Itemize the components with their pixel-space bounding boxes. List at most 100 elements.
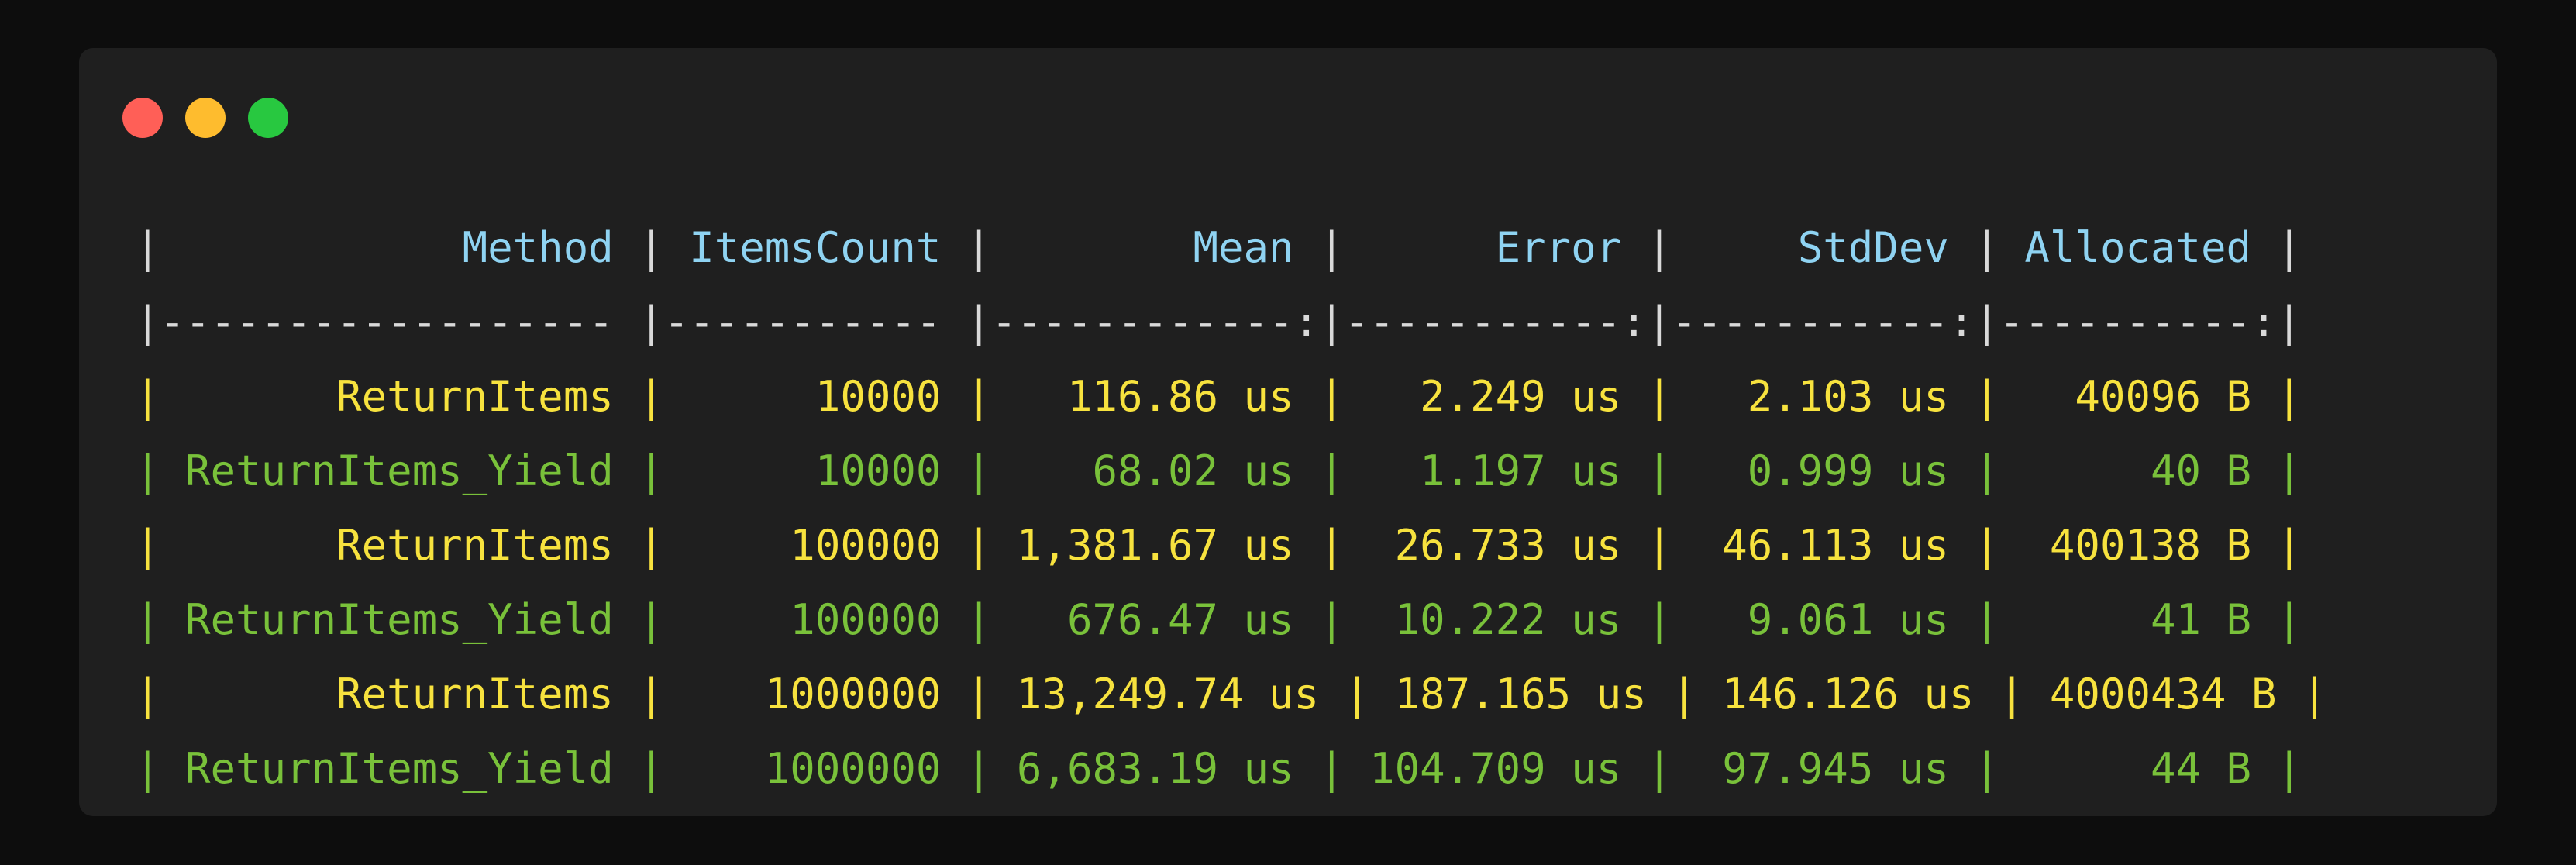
column-separator: | (2251, 223, 2302, 272)
column-separator: | (1621, 223, 1697, 272)
table-row: | ReturnItems | 10000 | 116.86 us | 2.24… (135, 360, 2327, 434)
row-separator: | (613, 670, 690, 719)
row-separator: | (941, 744, 1017, 793)
cell-mean: 6,683.19 us (1016, 744, 1294, 793)
table-row: | ReturnItems_Yield | 100000 | 676.47 us… (135, 583, 2327, 657)
row-separator: | (1293, 372, 1370, 421)
cell-stddev: 97.945 us (1696, 744, 1949, 793)
cell-stddev: 0.999 us (1696, 446, 1949, 495)
cell-mean: 13,249.74 us (1016, 670, 1320, 719)
close-button[interactable] (122, 98, 163, 138)
row-separator: | (1948, 521, 2025, 570)
cell-mean: 116.86 us (1016, 372, 1294, 421)
cell-method: ReturnItems_Yield (185, 744, 614, 793)
cell-itemscount: 10000 (689, 372, 942, 421)
separator-line: |------------------ |----------- |------… (135, 298, 2302, 346)
table-separator-row: |------------------ |----------- |------… (135, 285, 2327, 360)
row-separator: | (135, 744, 186, 793)
row-separator: | (613, 521, 690, 570)
cell-method: ReturnItems_Yield (185, 595, 614, 644)
cell-error: 187.165 us (1394, 670, 1647, 719)
cell-allocated: 41 B (2024, 595, 2252, 644)
row-separator: | (941, 446, 1017, 495)
cell-allocated: 400138 B (2024, 521, 2252, 570)
row-separator: | (1293, 595, 1370, 644)
row-separator: | (2276, 670, 2327, 719)
column-header-error: Error (1369, 223, 1622, 272)
cell-method: ReturnItems (185, 372, 614, 421)
row-separator: | (613, 595, 690, 644)
table-header-row: | Method | ItemsCount | Mean | Error | S… (135, 211, 2327, 285)
row-separator: | (1948, 744, 2025, 793)
cell-error: 2.249 us (1369, 372, 1622, 421)
column-header-mean: Mean (1016, 223, 1294, 272)
row-separator: | (135, 521, 186, 570)
cell-allocated: 44 B (2024, 744, 2252, 793)
cell-error: 104.709 us (1369, 744, 1622, 793)
row-separator: | (941, 521, 1017, 570)
cell-itemscount: 10000 (689, 446, 942, 495)
benchmark-table: | Method | ItemsCount | Mean | Error | S… (135, 211, 2327, 806)
row-separator: | (941, 670, 1017, 719)
table-row: | ReturnItems_Yield | 1000000 | 6,683.19… (135, 732, 2327, 806)
row-separator: | (1646, 670, 1723, 719)
column-header-stddev: StdDev (1696, 223, 1949, 272)
cell-itemscount: 100000 (689, 521, 942, 570)
cell-stddev: 2.103 us (1696, 372, 1949, 421)
cell-error: 10.222 us (1369, 595, 1622, 644)
row-separator: | (1293, 744, 1370, 793)
cell-mean: 1,381.67 us (1016, 521, 1294, 570)
row-separator: | (1293, 521, 1370, 570)
column-separator: | (1948, 223, 2025, 272)
cell-itemscount: 1000000 (689, 744, 942, 793)
cell-allocated: 40 B (2024, 446, 2252, 495)
row-separator: | (613, 744, 690, 793)
cell-allocated: 40096 B (2024, 372, 2252, 421)
cell-error: 26.733 us (1369, 521, 1622, 570)
cell-itemscount: 1000000 (689, 670, 942, 719)
table-row: | ReturnItems | 100000 | 1,381.67 us | 2… (135, 508, 2327, 583)
row-separator: | (1948, 372, 2025, 421)
column-header-itemscount: ItemsCount (689, 223, 942, 272)
row-separator: | (1948, 595, 2025, 644)
column-header-allocated: Allocated (2024, 223, 2252, 272)
column-separator: | (1293, 223, 1370, 272)
row-separator: | (135, 372, 186, 421)
cell-mean: 68.02 us (1016, 446, 1294, 495)
row-separator: | (941, 372, 1017, 421)
row-separator: | (1621, 372, 1697, 421)
cell-method: ReturnItems_Yield (185, 446, 614, 495)
cell-stddev: 46.113 us (1696, 521, 1949, 570)
row-separator: | (2251, 595, 2302, 644)
column-header-method: Method (185, 223, 614, 272)
cell-stddev: 9.061 us (1696, 595, 1949, 644)
column-separator: | (613, 223, 690, 272)
cell-allocated: 4000434 B (2049, 670, 2277, 719)
cell-method: ReturnItems (185, 521, 614, 570)
row-separator: | (613, 446, 690, 495)
table-row: | ReturnItems | 1000000 | 13,249.74 us |… (135, 657, 2327, 732)
column-separator: | (941, 223, 1017, 272)
column-separator: | (135, 223, 186, 272)
cell-itemscount: 100000 (689, 595, 942, 644)
row-separator: | (941, 595, 1017, 644)
row-separator: | (1621, 521, 1697, 570)
row-separator: | (1948, 446, 2025, 495)
table-row: | ReturnItems_Yield | 10000 | 68.02 us |… (135, 434, 2327, 508)
row-separator: | (1621, 446, 1697, 495)
row-separator: | (135, 670, 186, 719)
cell-error: 1.197 us (1369, 446, 1622, 495)
row-separator: | (1974, 670, 2050, 719)
row-separator: | (613, 372, 690, 421)
row-separator: | (2251, 744, 2302, 793)
row-separator: | (135, 446, 186, 495)
row-separator: | (1293, 446, 1370, 495)
row-separator: | (2251, 521, 2302, 570)
row-separator: | (2251, 372, 2302, 421)
cell-stddev: 146.126 us (1722, 670, 1975, 719)
row-separator: | (135, 595, 186, 644)
terminal-window: | Method | ItemsCount | Mean | Error | S… (79, 48, 2497, 816)
minimize-button[interactable] (185, 98, 226, 138)
row-separator: | (1621, 744, 1697, 793)
maximize-button[interactable] (248, 98, 288, 138)
